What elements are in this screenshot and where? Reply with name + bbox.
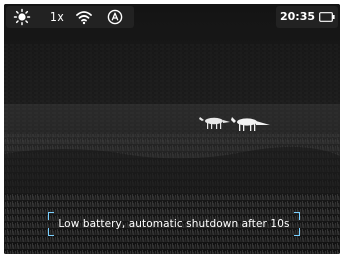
status-bar-right-group: 20:35: [276, 6, 338, 28]
clock: 20:35: [280, 10, 316, 23]
battery-empty-icon: [319, 12, 335, 22]
auto-calibration-icon[interactable]: [106, 8, 124, 26]
status-bar-left-group: 1x: [6, 6, 134, 28]
sun-icon[interactable]: [13, 8, 31, 26]
status-bar: 1x 20:35: [4, 4, 340, 30]
wifi-icon[interactable]: [75, 8, 93, 26]
low-battery-notice: Low battery, automatic shutdown after 10…: [48, 212, 300, 236]
notice-text: Low battery, automatic shutdown after 10…: [58, 218, 290, 230]
device-screen: 1x 20:35 Low battery, automatic shutdown…: [4, 4, 340, 254]
zoom-level[interactable]: 1x: [50, 9, 64, 25]
